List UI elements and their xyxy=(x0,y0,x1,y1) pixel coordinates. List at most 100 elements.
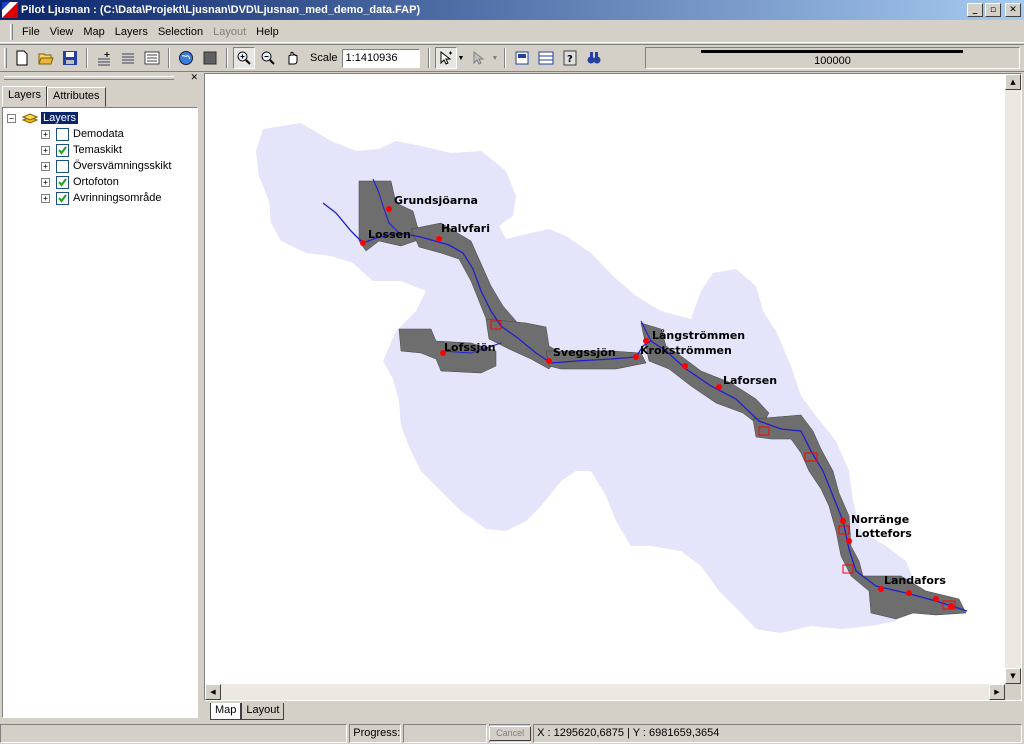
open-folder-icon xyxy=(38,53,54,65)
restore-button[interactable]: ▫ xyxy=(985,3,1001,17)
progress-label: Progress: xyxy=(349,723,402,743)
toolbar-separator xyxy=(86,48,88,68)
layer-label[interactable]: Temaskikt xyxy=(73,144,122,156)
save-icon xyxy=(63,51,77,65)
label-lossen: Lossen xyxy=(368,228,411,241)
tab-layers[interactable]: Layers xyxy=(2,86,48,107)
cancel-button-wrap: Cancel xyxy=(489,723,532,743)
deselect-arrow-icon xyxy=(473,50,485,65)
layer-checkbox[interactable] xyxy=(56,159,69,173)
layer-label[interactable]: Demodata xyxy=(73,128,124,140)
menu-selection[interactable]: Selection xyxy=(153,24,208,40)
find-button[interactable] xyxy=(583,47,605,69)
collapse-icon[interactable]: − xyxy=(7,113,16,123)
tab-map[interactable]: Map xyxy=(210,703,242,720)
menu-layout[interactable]: Layout xyxy=(208,24,251,40)
layer-item-avrinningsomrade[interactable]: + Avrinningsområde xyxy=(41,190,161,206)
layer-label[interactable]: Avrinningsområde xyxy=(73,192,161,204)
tree-root[interactable]: − Layers xyxy=(7,110,79,126)
label-norrange: Norränge xyxy=(851,513,909,526)
toolbar-separator xyxy=(504,48,507,68)
menu-bar: File View Map Layers Selection Layout He… xyxy=(0,22,1024,43)
print-button[interactable] xyxy=(511,47,533,69)
add-layer-icon xyxy=(98,52,110,66)
tree-root-label[interactable]: Layers xyxy=(41,112,79,124)
refresh-button[interactable] xyxy=(175,47,197,69)
window-title: Pilot Ljusnan : (C:\Data\Projekt\Ljusnan… xyxy=(21,4,421,16)
panel-header: ✕ xyxy=(0,73,202,84)
close-button[interactable]: ✕ xyxy=(1005,3,1021,17)
deselect-tool-button[interactable] xyxy=(468,47,490,69)
menu-file[interactable]: File xyxy=(17,24,45,40)
help-button[interactable]: ? xyxy=(559,47,581,69)
menu-layers[interactable]: Layers xyxy=(110,24,153,40)
status-bar: Progress: Cancel X : 1295620,6875 | Y : … xyxy=(0,722,1024,744)
expand-icon[interactable]: + xyxy=(41,161,50,171)
vertical-scrollbar[interactable]: ▲ ▼ xyxy=(1005,74,1021,684)
label-grundsjoarna: Grundsjöarna xyxy=(394,194,478,207)
table-button[interactable] xyxy=(535,47,557,69)
menu-view[interactable]: View xyxy=(45,24,79,40)
expand-icon[interactable]: + xyxy=(41,145,50,155)
label-lofssjon: Lofssjön xyxy=(444,341,496,354)
expand-icon[interactable]: + xyxy=(41,193,50,203)
new-file-button[interactable] xyxy=(11,47,33,69)
tab-layout[interactable]: Layout xyxy=(241,703,285,720)
scalebar-text: 100000 xyxy=(814,55,851,67)
layer-tree: − Layers + Demodata + Temaskikt + Översv… xyxy=(2,107,198,718)
layer-checkbox[interactable] xyxy=(56,191,69,205)
layer-checkbox[interactable] xyxy=(56,127,69,141)
scroll-left-icon[interactable]: ◀ xyxy=(205,684,221,700)
table-icon xyxy=(538,51,554,65)
scale-input[interactable] xyxy=(341,48,420,68)
layer-properties-button[interactable] xyxy=(141,47,163,69)
scale-label: Scale xyxy=(310,52,338,64)
layer-checkbox[interactable] xyxy=(56,143,69,157)
zoom-out-icon xyxy=(261,51,275,65)
scroll-up-icon[interactable]: ▲ xyxy=(1005,74,1021,90)
select-tool-button[interactable] xyxy=(434,47,457,69)
view-tabs: Map Layout xyxy=(210,703,285,720)
scroll-down-icon[interactable]: ▼ xyxy=(1005,668,1021,684)
menu-map[interactable]: Map xyxy=(78,24,109,40)
catchment-area xyxy=(256,123,916,633)
properties-icon xyxy=(144,51,160,65)
select-dropdown-icon[interactable]: ▼ xyxy=(458,55,465,62)
coordinate-readout: X : 1295620,6875 | Y : 6981659,3654 xyxy=(533,723,1022,743)
layer-label[interactable]: Översvämningsskikt xyxy=(73,160,171,172)
scroll-right-icon[interactable]: ▶ xyxy=(989,684,1005,700)
expand-icon[interactable]: + xyxy=(41,177,50,187)
map-svg[interactable]: Grundsjöarna Halvfari Lossen Lofssjön Sv… xyxy=(205,74,1005,684)
checkmark-icon xyxy=(58,193,67,203)
layer-item-oversvamningsskikt[interactable]: + Översvämningsskikt xyxy=(41,158,171,174)
layer-item-demodata[interactable]: + Demodata xyxy=(41,126,124,142)
add-layer-button[interactable] xyxy=(93,47,115,69)
layer-item-ortofoton[interactable]: + Ortofoton xyxy=(41,174,119,190)
layer-list-button[interactable] xyxy=(117,47,139,69)
open-file-button[interactable] xyxy=(35,47,57,69)
map-canvas[interactable]: Grundsjöarna Halvfari Lossen Lofssjön Sv… xyxy=(205,74,1005,684)
panel-close-icon[interactable]: ✕ xyxy=(190,73,198,83)
scalebar: 100000 xyxy=(645,47,1020,69)
zoom-in-button[interactable] xyxy=(233,47,255,69)
layer-item-temaskikt[interactable]: + Temaskikt xyxy=(41,142,122,158)
stop-icon xyxy=(203,51,217,65)
layer-label[interactable]: Ortofoton xyxy=(73,176,119,188)
horizontal-scrollbar[interactable]: ◀ ▶ xyxy=(205,684,1005,700)
map-view[interactable]: Grundsjöarna Halvfari Lossen Lofssjön Sv… xyxy=(204,73,1022,701)
deselect-dropdown-icon[interactable]: ▼ xyxy=(491,55,498,62)
minimize-button[interactable]: _ xyxy=(967,3,983,17)
expand-icon[interactable]: + xyxy=(41,129,50,139)
pan-button[interactable] xyxy=(281,47,303,69)
stop-button[interactable] xyxy=(199,47,221,69)
zoom-out-button[interactable] xyxy=(257,47,279,69)
panel-grip[interactable] xyxy=(4,76,174,80)
label-laforsen: Laforsen xyxy=(723,374,777,387)
cancel-button[interactable]: Cancel xyxy=(489,725,532,741)
scalebar-line xyxy=(701,50,963,53)
layer-checkbox[interactable] xyxy=(56,175,69,189)
tab-attributes[interactable]: Attributes xyxy=(47,87,106,107)
menu-help[interactable]: Help xyxy=(251,24,284,40)
save-file-button[interactable] xyxy=(59,47,81,69)
toolbar-separator xyxy=(168,48,170,68)
